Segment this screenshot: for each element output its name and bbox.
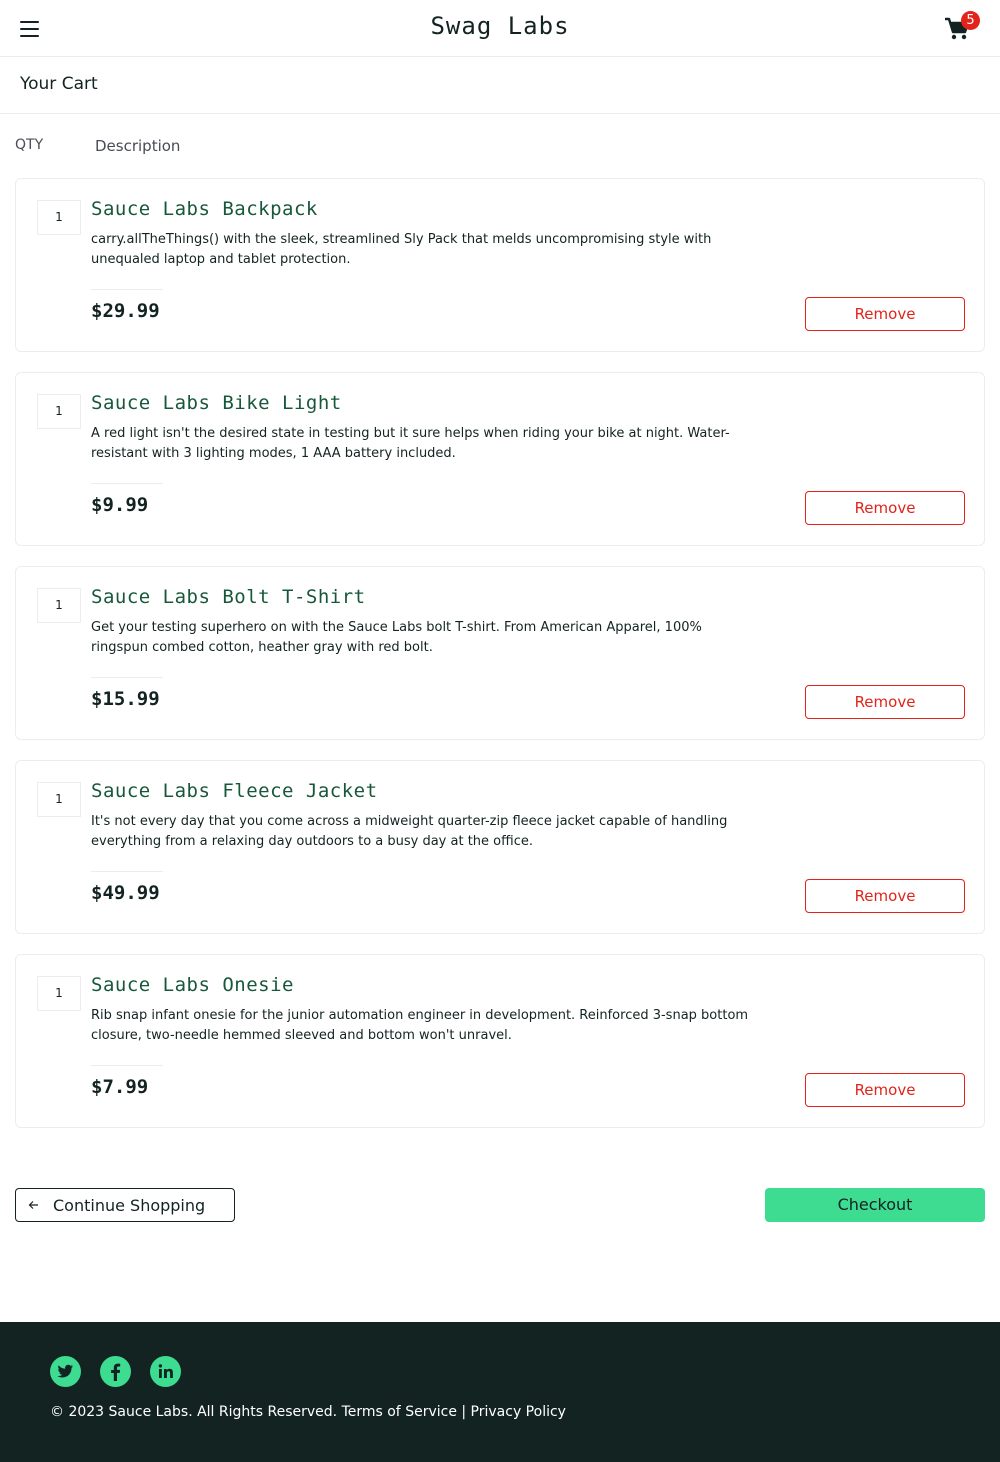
item-name-link[interactable]: Sauce Labs Fleece Jacket: [91, 780, 378, 802]
item-quantity: 1: [37, 588, 81, 623]
cart-item: 1 Sauce Labs Backpack carry.allTheThings…: [15, 178, 985, 352]
secondary-header: Your Cart: [0, 57, 1000, 114]
item-description: Rib snap infant onesie for the junior au…: [91, 1008, 749, 1043]
price-divider: [91, 1065, 163, 1066]
item-price: $49.99: [91, 882, 160, 904]
item-quantity: 1: [37, 200, 81, 235]
item-name-link[interactable]: Sauce Labs Onesie: [91, 974, 294, 996]
cart-badge: 5: [961, 11, 980, 30]
linkedin-icon[interactable]: [150, 1356, 181, 1387]
cart-item: 1 Sauce Labs Onesie Rib snap infant ones…: [15, 954, 985, 1128]
price-divider: [91, 677, 163, 678]
cart-item: 1 Sauce Labs Bolt T-Shirt Get your testi…: [15, 566, 985, 740]
facebook-icon[interactable]: [100, 1356, 131, 1387]
item-description: Get your testing superhero on with the S…: [91, 620, 702, 655]
item-description: carry.allTheThings() with the sleek, str…: [91, 232, 712, 267]
item-description: It's not every day that you come across …: [91, 814, 728, 849]
remove-button[interactable]: Remove: [805, 491, 965, 525]
primary-header: Swag Labs 5: [0, 0, 1000, 57]
item-name-link[interactable]: Sauce Labs Bike Light: [91, 392, 342, 414]
continue-shopping-button[interactable]: Continue Shopping: [15, 1188, 235, 1222]
price-divider: [91, 483, 163, 484]
remove-button[interactable]: Remove: [805, 297, 965, 331]
item-quantity: 1: [37, 976, 81, 1011]
item-quantity: 1: [37, 782, 81, 817]
item-price: $7.99: [91, 1076, 149, 1098]
twitter-icon[interactable]: [50, 1356, 81, 1387]
item-price: $15.99: [91, 688, 160, 710]
cart-item: 1 Sauce Labs Fleece Jacket It's not ever…: [15, 760, 985, 934]
price-divider: [91, 289, 163, 290]
remove-button[interactable]: Remove: [805, 1073, 965, 1107]
item-name-link[interactable]: Sauce Labs Bolt T-Shirt: [91, 586, 366, 608]
qty-column-header: QTY: [15, 137, 44, 153]
app-logo-title: Swag Labs: [430, 12, 570, 40]
footer: © 2023 Sauce Labs. All Rights Reserved. …: [0, 1322, 1000, 1462]
item-description: A red light isn't the desired state in t…: [91, 426, 730, 461]
page-title: Your Cart: [20, 74, 98, 94]
description-column-header: Description: [95, 137, 181, 155]
remove-button[interactable]: Remove: [805, 685, 965, 719]
price-divider: [91, 871, 163, 872]
cart-item: 1 Sauce Labs Bike Light A red light isn'…: [15, 372, 985, 546]
continue-shopping-label: Continue Shopping: [53, 1196, 206, 1215]
footer-copyright: © 2023 Sauce Labs. All Rights Reserved. …: [50, 1404, 566, 1420]
item-price: $9.99: [91, 494, 149, 516]
item-price: $29.99: [91, 300, 160, 322]
arrow-left-icon: [28, 1195, 40, 1219]
item-quantity: 1: [37, 394, 81, 429]
checkout-button[interactable]: Checkout: [765, 1188, 985, 1222]
remove-button[interactable]: Remove: [805, 879, 965, 913]
item-name-link[interactable]: Sauce Labs Backpack: [91, 198, 318, 220]
